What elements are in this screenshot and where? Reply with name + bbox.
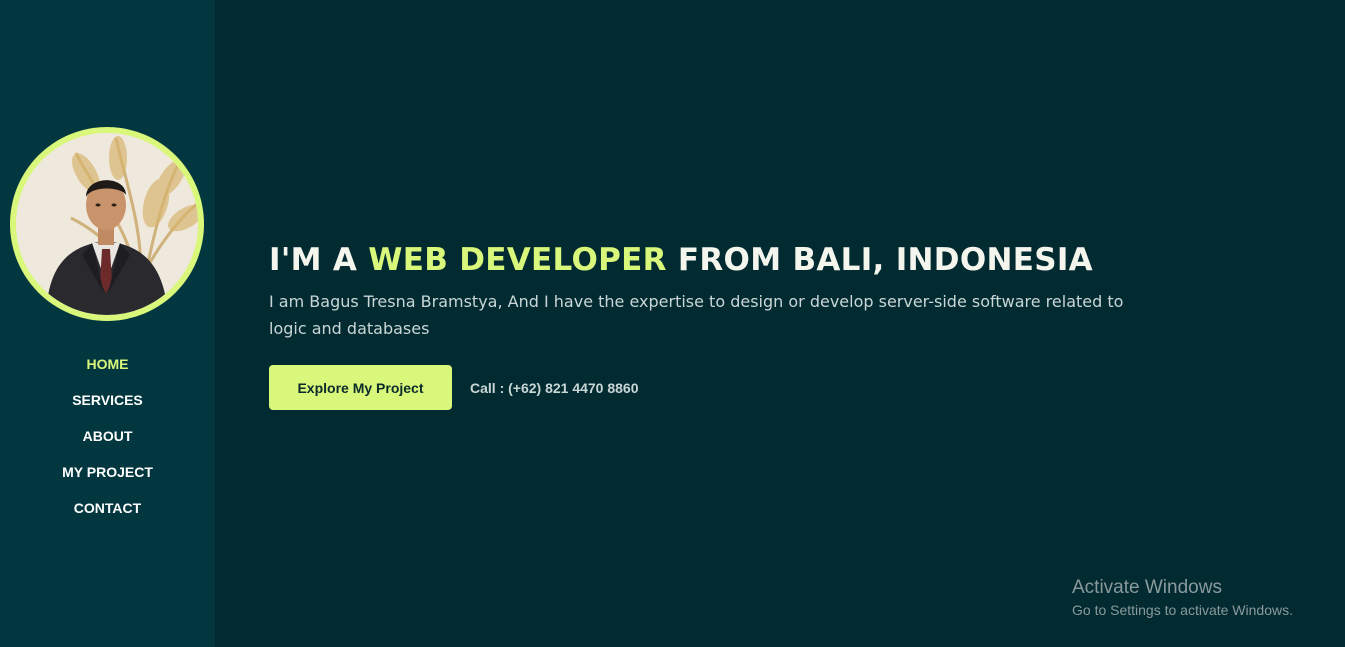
sidebar: HOME SERVICES ABOUT MY PROJECT CONTACT: [0, 0, 215, 647]
watermark-title: Activate Windows: [1072, 577, 1222, 598]
hero-actions: Explore My Project Call : (+62) 821 4470…: [269, 365, 1149, 410]
explore-project-button[interactable]: Explore My Project: [269, 365, 452, 410]
avatar-photo: [16, 133, 198, 315]
hero-title-highlight: WEB DEVELOPER: [368, 242, 667, 278]
hero-description: I am Bagus Tresna Bramstya, And I have t…: [269, 292, 1124, 338]
sidebar-nav: HOME SERVICES ABOUT MY PROJECT CONTACT: [0, 352, 215, 532]
call-phone-text: Call : (+62) 821 4470 8860: [470, 379, 639, 396]
nav-item-contact[interactable]: CONTACT: [0, 496, 215, 532]
avatar: [10, 127, 204, 321]
hero-title-suffix: FROM BALI, INDONESIA: [666, 242, 1093, 278]
hero-title: I'M A WEB DEVELOPER FROM BALI, INDONESIA: [269, 238, 1149, 282]
nav-item-services[interactable]: SERVICES: [0, 388, 215, 424]
page: HOME SERVICES ABOUT MY PROJECT CONTACT I…: [0, 0, 1345, 647]
nav-item-my-project[interactable]: MY PROJECT: [0, 460, 215, 496]
activate-windows-watermark: Activate Windows Go to Settings to activ…: [1072, 577, 1293, 621]
hero-title-prefix: I'M A: [269, 242, 369, 278]
nav-item-about[interactable]: ABOUT: [0, 424, 215, 460]
watermark-subtitle: Go to Settings to activate Windows.: [1072, 602, 1293, 618]
hero-section: I'M A WEB DEVELOPER FROM BALI, INDONESIA…: [269, 238, 1149, 410]
nav-item-home[interactable]: HOME: [0, 352, 215, 388]
